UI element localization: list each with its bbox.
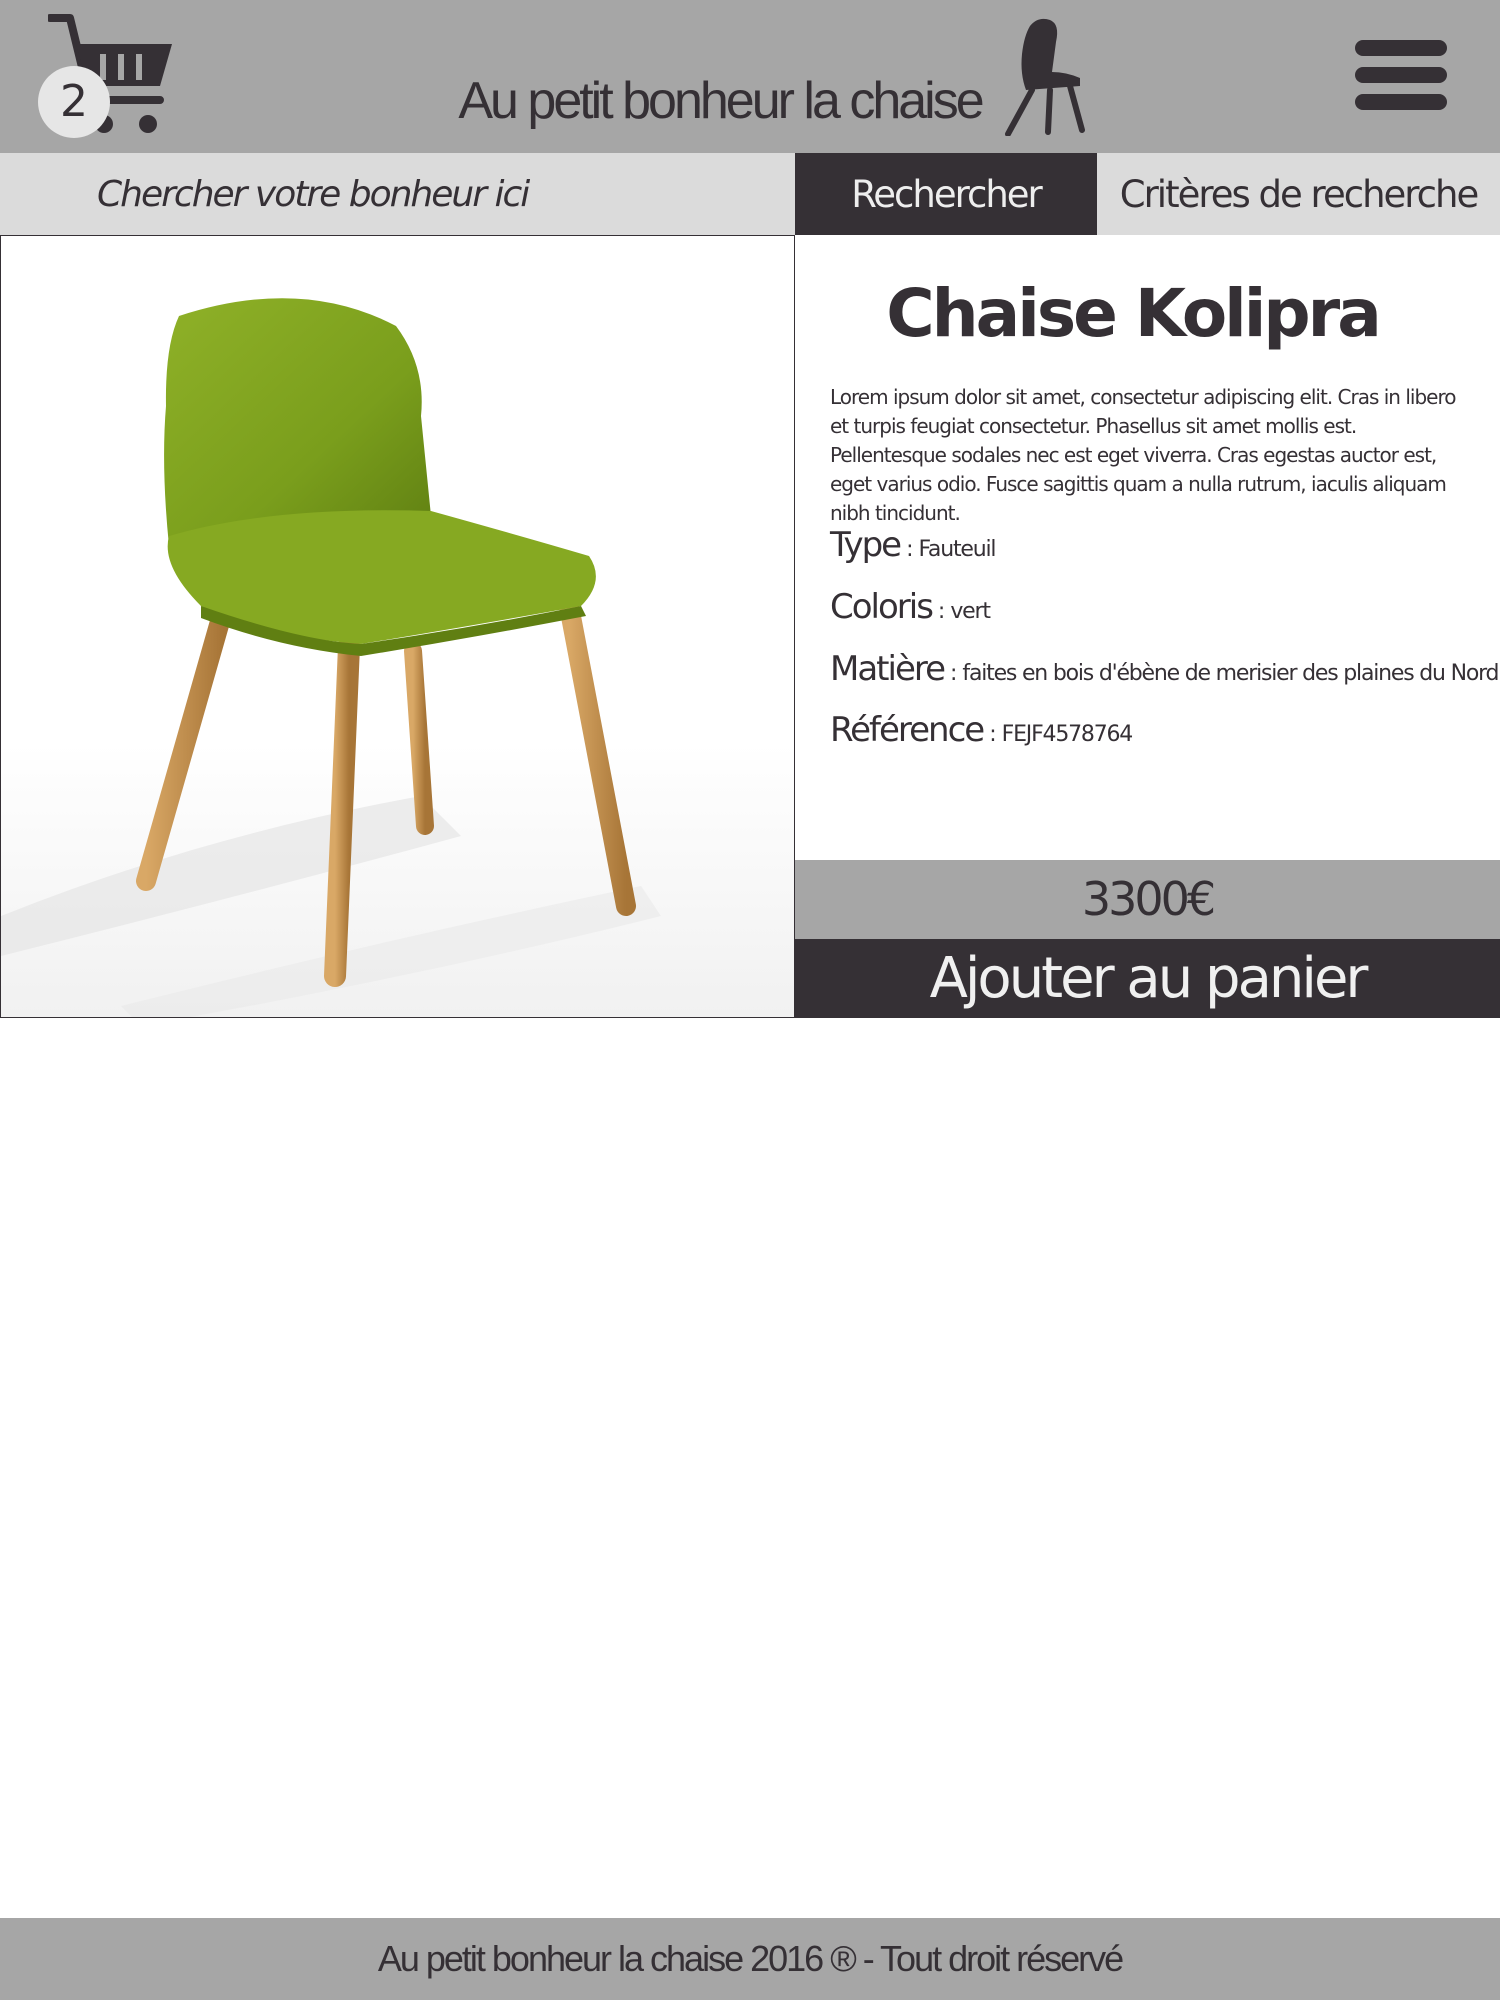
- attribute-material: Matière : faites en bois d'ébène de meri…: [830, 649, 1500, 689]
- attribute-separator: :: [900, 537, 919, 562]
- attribute-value: Fauteuil: [918, 537, 997, 562]
- attribute-separator: :: [944, 661, 963, 686]
- chair-logo-icon: [1005, 18, 1085, 136]
- green-chair-illustration: [1, 298, 661, 1017]
- attribute-label: Matière: [830, 649, 946, 689]
- attribute-type: Type : Fauteuil: [830, 525, 1480, 565]
- attribute-value: vert: [950, 599, 991, 624]
- attribute-label: Type: [830, 525, 902, 565]
- menu-bar: [1355, 67, 1447, 83]
- search-input[interactable]: [0, 153, 795, 235]
- attribute-value: FEJF4578764: [1001, 722, 1134, 747]
- site-footer: Au petit bonheur la chaise 2016 ® - Tout…: [0, 1918, 1500, 2000]
- search-criteria-button[interactable]: Critères de recherche: [1097, 153, 1500, 235]
- attribute-separator: :: [983, 722, 1002, 747]
- product-price: 3300€: [795, 860, 1500, 939]
- site-header: 2 Au petit bonheur la chaise: [0, 0, 1500, 153]
- attribute-separator: :: [931, 599, 951, 624]
- product-details: Chaise Kolipra Lorem ipsum dolor sit ame…: [795, 235, 1500, 860]
- hamburger-menu-icon[interactable]: [1355, 40, 1450, 116]
- cart-count-badge: 2: [38, 66, 110, 138]
- cart-button[interactable]: 2: [36, 14, 176, 140]
- add-to-cart-button[interactable]: Ajouter au panier: [795, 939, 1500, 1018]
- attribute-value: faites en bois d'ébène de merisier des p…: [962, 661, 1499, 686]
- menu-bar: [1355, 40, 1447, 56]
- attribute-color: Coloris : vert: [830, 587, 1480, 627]
- site-title[interactable]: Au petit bonheur la chaise: [430, 66, 1010, 136]
- attribute-reference: Référence : FEJF4578764: [830, 710, 1480, 750]
- attribute-label: Coloris: [830, 587, 934, 627]
- search-bar: Rechercher Critères de recherche: [0, 153, 1500, 235]
- product-image: [0, 235, 795, 1018]
- product-name: Chaise Kolipra: [886, 275, 1382, 352]
- menu-bar: [1355, 94, 1447, 110]
- attribute-label: Référence: [830, 710, 985, 750]
- product-description: Lorem ipsum dolor sit amet, consectetur …: [830, 385, 1456, 525]
- search-button[interactable]: Rechercher: [795, 153, 1097, 235]
